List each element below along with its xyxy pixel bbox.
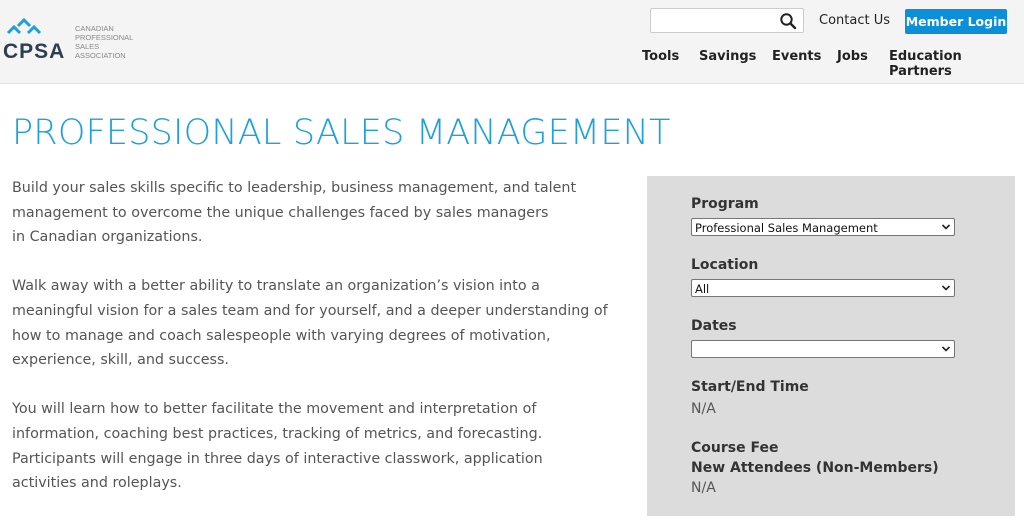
chevron-down-icon [941,285,951,291]
member-login-button[interactable]: Member Login [905,9,1007,34]
location-label: Location [691,257,759,273]
chevron-down-icon [941,224,951,230]
description-paragraph: Build your sales skills specific to lead… [12,180,577,246]
page-title: PROFESSIONAL SALES MANAGEMENT [12,113,671,153]
main-nav: Tools Savings Events Jobs Education Part… [0,49,1024,79]
start-end-time-field: Start/End Time N/A [691,379,809,417]
search-icon[interactable] [779,12,797,30]
chevron-down-icon [941,346,951,352]
program-field: Program Professional Sales Management [691,196,955,236]
nav-item-savings[interactable]: Savings [699,49,756,64]
new-attendees-label: New Attendees (Non-Members) [691,460,939,476]
dates-label: Dates [691,318,737,334]
search-box [650,8,804,33]
dates-select[interactable] [691,340,955,358]
course-fee-value: N/A [691,480,716,496]
nav-item-education-partners[interactable]: Education Partners [889,49,1024,79]
program-select[interactable]: Professional Sales Management [691,218,955,236]
location-select[interactable]: All [691,279,955,297]
dates-field: Dates [691,318,955,358]
course-fee-field: Course Fee New Attendees (Non-Members) N… [691,440,939,496]
course-options-panel: Program Professional Sales Management Lo… [647,176,1015,516]
nav-item-tools[interactable]: Tools [642,49,679,64]
nav-item-events[interactable]: Events [772,49,821,64]
logo-chevrons-icon [6,17,42,35]
contact-us-link[interactable]: Contact Us [819,13,890,28]
program-label: Program [691,196,759,212]
description-paragraph: You will learn how to better facilitate … [12,401,543,492]
description-paragraph: Walk away with a better ability to trans… [12,278,608,369]
course-fee-label: Course Fee [691,440,779,456]
start-end-time-label: Start/End Time [691,379,809,395]
start-end-time-value: N/A [691,401,716,417]
course-description: Build your sales skills specific to lead… [12,176,608,520]
location-field: Location All [691,257,955,297]
search-input[interactable] [655,12,775,29]
nav-item-jobs[interactable]: Jobs [837,49,868,64]
site-header: CPSA CANADIAN PROFESSIONAL SALES ASSOCIA… [0,0,1024,84]
